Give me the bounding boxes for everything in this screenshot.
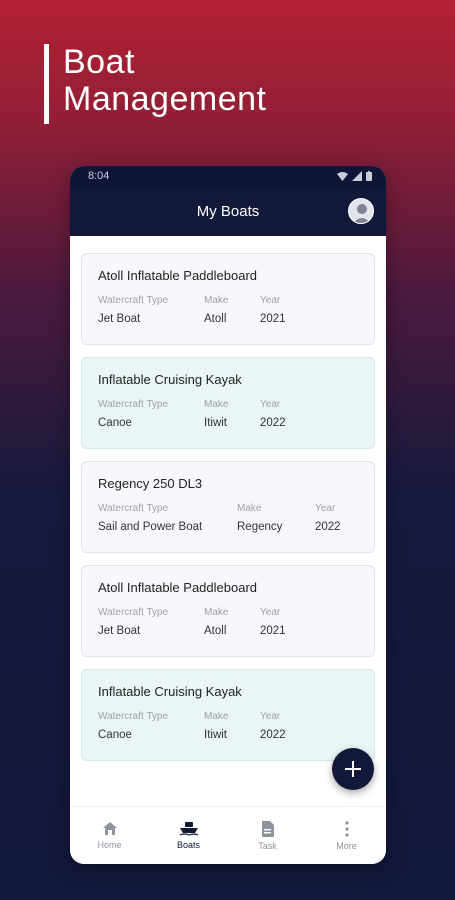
hero-title: Boat Management	[63, 44, 266, 124]
boat-card[interactable]: Regency 250 DL3 Watercraft Type Sail and …	[81, 461, 375, 553]
status-icons	[337, 171, 372, 181]
year-label: Year	[260, 711, 281, 722]
nav-label-more: More	[336, 840, 357, 851]
year-value: 2022	[315, 521, 341, 533]
watercraft-type-label: Watercraft Type	[98, 503, 169, 514]
boat-name: Regency 250 DL3	[98, 476, 203, 491]
watercraft-type-value: Jet Boat	[98, 313, 141, 325]
plus-icon	[345, 761, 361, 777]
avatar[interactable]	[348, 198, 374, 224]
make-label: Make	[204, 607, 229, 618]
make-label: Make	[204, 399, 229, 410]
make-label: Make	[204, 711, 229, 722]
nav-item-task[interactable]: Task	[228, 807, 307, 864]
year-value: 2021	[260, 313, 286, 325]
boat-card[interactable]: Atoll Inflatable Paddleboard Watercraft …	[81, 253, 375, 345]
boat-card[interactable]: Inflatable Cruising Kayak Watercraft Typ…	[81, 669, 375, 761]
hero-header: Boat Management	[44, 44, 266, 124]
watercraft-type-value: Canoe	[98, 417, 132, 429]
status-bar: 8:04	[70, 166, 386, 186]
make-value: Itiwit	[204, 729, 227, 741]
hero-title-line2: Management	[63, 80, 267, 118]
make-value: Atoll	[204, 625, 227, 637]
task-icon	[262, 820, 274, 837]
watercraft-type-label: Watercraft Type	[98, 295, 169, 306]
user-icon	[353, 204, 371, 223]
year-label: Year	[260, 399, 281, 410]
make-label: Make	[204, 295, 229, 306]
make-label: Make	[237, 503, 262, 514]
boat-name: Inflatable Cruising Kayak	[98, 684, 242, 699]
nav-item-more[interactable]: More	[307, 807, 386, 864]
year-value: 2022	[260, 729, 286, 741]
nav-label-boats: Boats	[176, 840, 200, 850]
boat-name: Inflatable Cruising Kayak	[98, 372, 242, 387]
watercraft-type-label: Watercraft Type	[98, 711, 169, 722]
app-bar: My Boats	[70, 186, 386, 236]
battery-icon	[366, 171, 372, 181]
make-value: Itiwit	[204, 417, 227, 429]
watercraft-type-value: Canoe	[98, 729, 132, 741]
year-value: 2021	[260, 625, 286, 637]
boat-name: Atoll Inflatable Paddleboard	[98, 580, 258, 595]
watercraft-type-value: Sail and Power Boat	[98, 521, 203, 533]
nav-label-task: Task	[258, 840, 277, 851]
bottom-nav: Home Boats Task More	[70, 806, 386, 864]
year-label: Year	[315, 503, 336, 514]
home-icon	[102, 822, 117, 835]
boat-card[interactable]: Inflatable Cruising Kayak Watercraft Typ…	[81, 357, 375, 449]
watercraft-type-label: Watercraft Type	[98, 399, 169, 410]
year-label: Year	[260, 295, 281, 306]
nav-item-home[interactable]: Home	[70, 807, 149, 864]
more-vertical-icon	[344, 820, 349, 837]
boat-list: Atoll Inflatable Paddleboard Watercraft …	[70, 236, 386, 806]
boat-icon	[179, 822, 198, 836]
nav-item-boats[interactable]: Boats	[149, 807, 228, 864]
hero-accent-bar	[44, 44, 49, 124]
status-time: 8:04	[88, 170, 110, 182]
page-title: My Boats	[196, 202, 260, 220]
make-value: Atoll	[204, 313, 227, 325]
wifi-icon	[337, 171, 348, 181]
watercraft-type-label: Watercraft Type	[98, 607, 169, 618]
signal-icon	[352, 171, 362, 181]
make-value: Regency	[237, 521, 283, 533]
year-value: 2022	[260, 417, 286, 429]
hero-title-line1: Boat	[63, 43, 135, 81]
year-label: Year	[260, 607, 281, 618]
phone-frame: 8:04 My Boats Atoll Inflatable Paddleboa…	[70, 166, 386, 864]
boat-name: Atoll Inflatable Paddleboard	[98, 268, 258, 283]
nav-label-home: Home	[97, 840, 122, 850]
watercraft-type-value: Jet Boat	[98, 625, 141, 637]
boat-card[interactable]: Atoll Inflatable Paddleboard Watercraft …	[81, 565, 375, 657]
add-boat-button[interactable]	[332, 748, 374, 790]
